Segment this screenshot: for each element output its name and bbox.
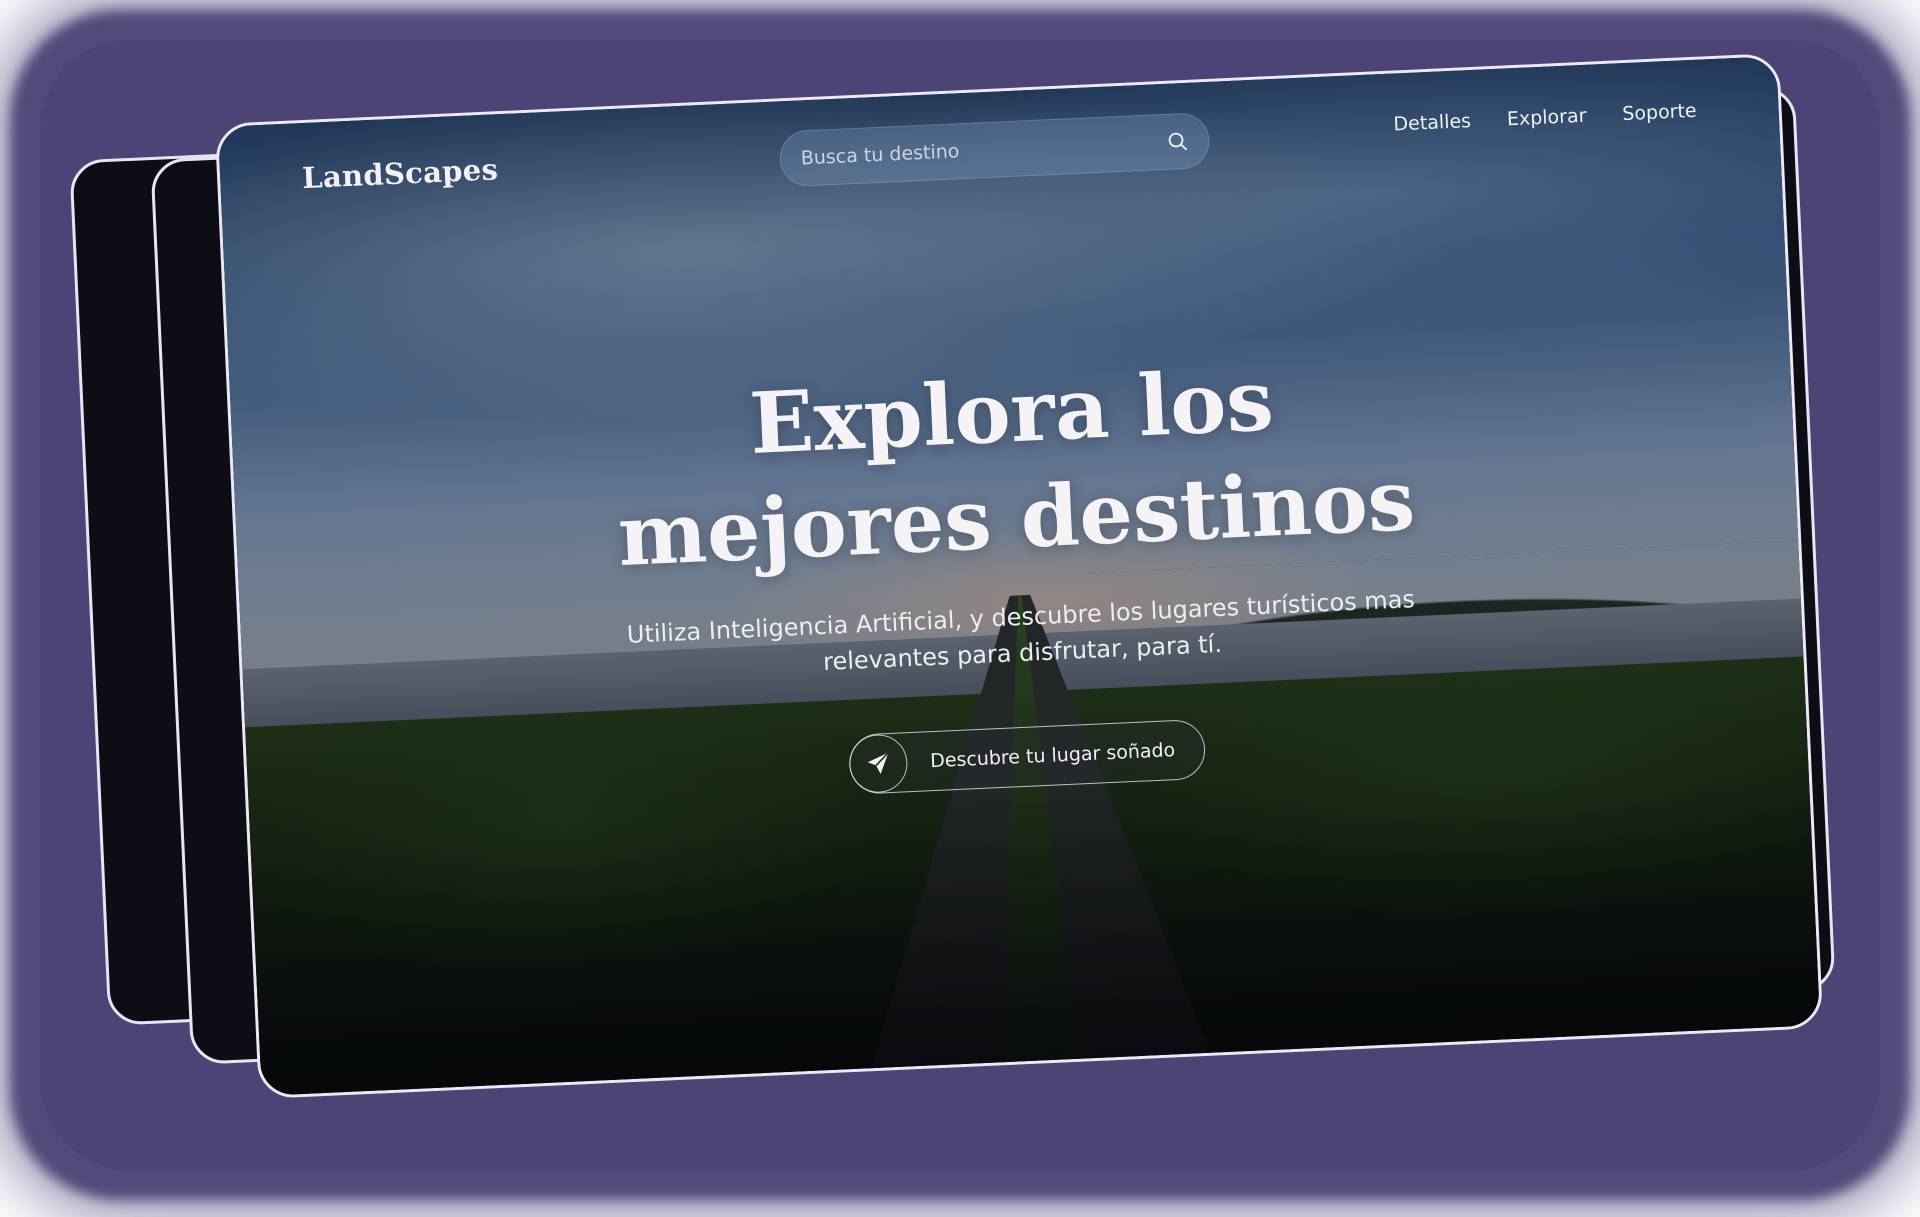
paper-plane-icon	[848, 733, 909, 794]
hero-section: Explora los mejores destinos Utiliza Int…	[230, 324, 1808, 822]
discover-button-label: Descubre tu lugar soñado	[929, 739, 1176, 773]
hero-subtitle: Utiliza Inteligencia Artificial, y descu…	[590, 579, 1452, 690]
nav-link-detalles[interactable]: Detalles	[1393, 110, 1471, 135]
hero-title-line-1: Explora los	[747, 350, 1276, 474]
search-input[interactable]	[798, 129, 1166, 171]
nav-link-explorar[interactable]: Explorar	[1506, 105, 1586, 131]
search-icon[interactable]	[1164, 128, 1191, 155]
landing-page-card: LandScapes Detalles Explorar Soporte Exp…	[214, 52, 1824, 1100]
mockup-stage: LandScapes Detalles Explorar Soporte Exp…	[0, 0, 1920, 1217]
hero-title-line-2: mejores destinos	[615, 450, 1417, 586]
nav-link-soporte[interactable]: Soporte	[1622, 100, 1697, 125]
